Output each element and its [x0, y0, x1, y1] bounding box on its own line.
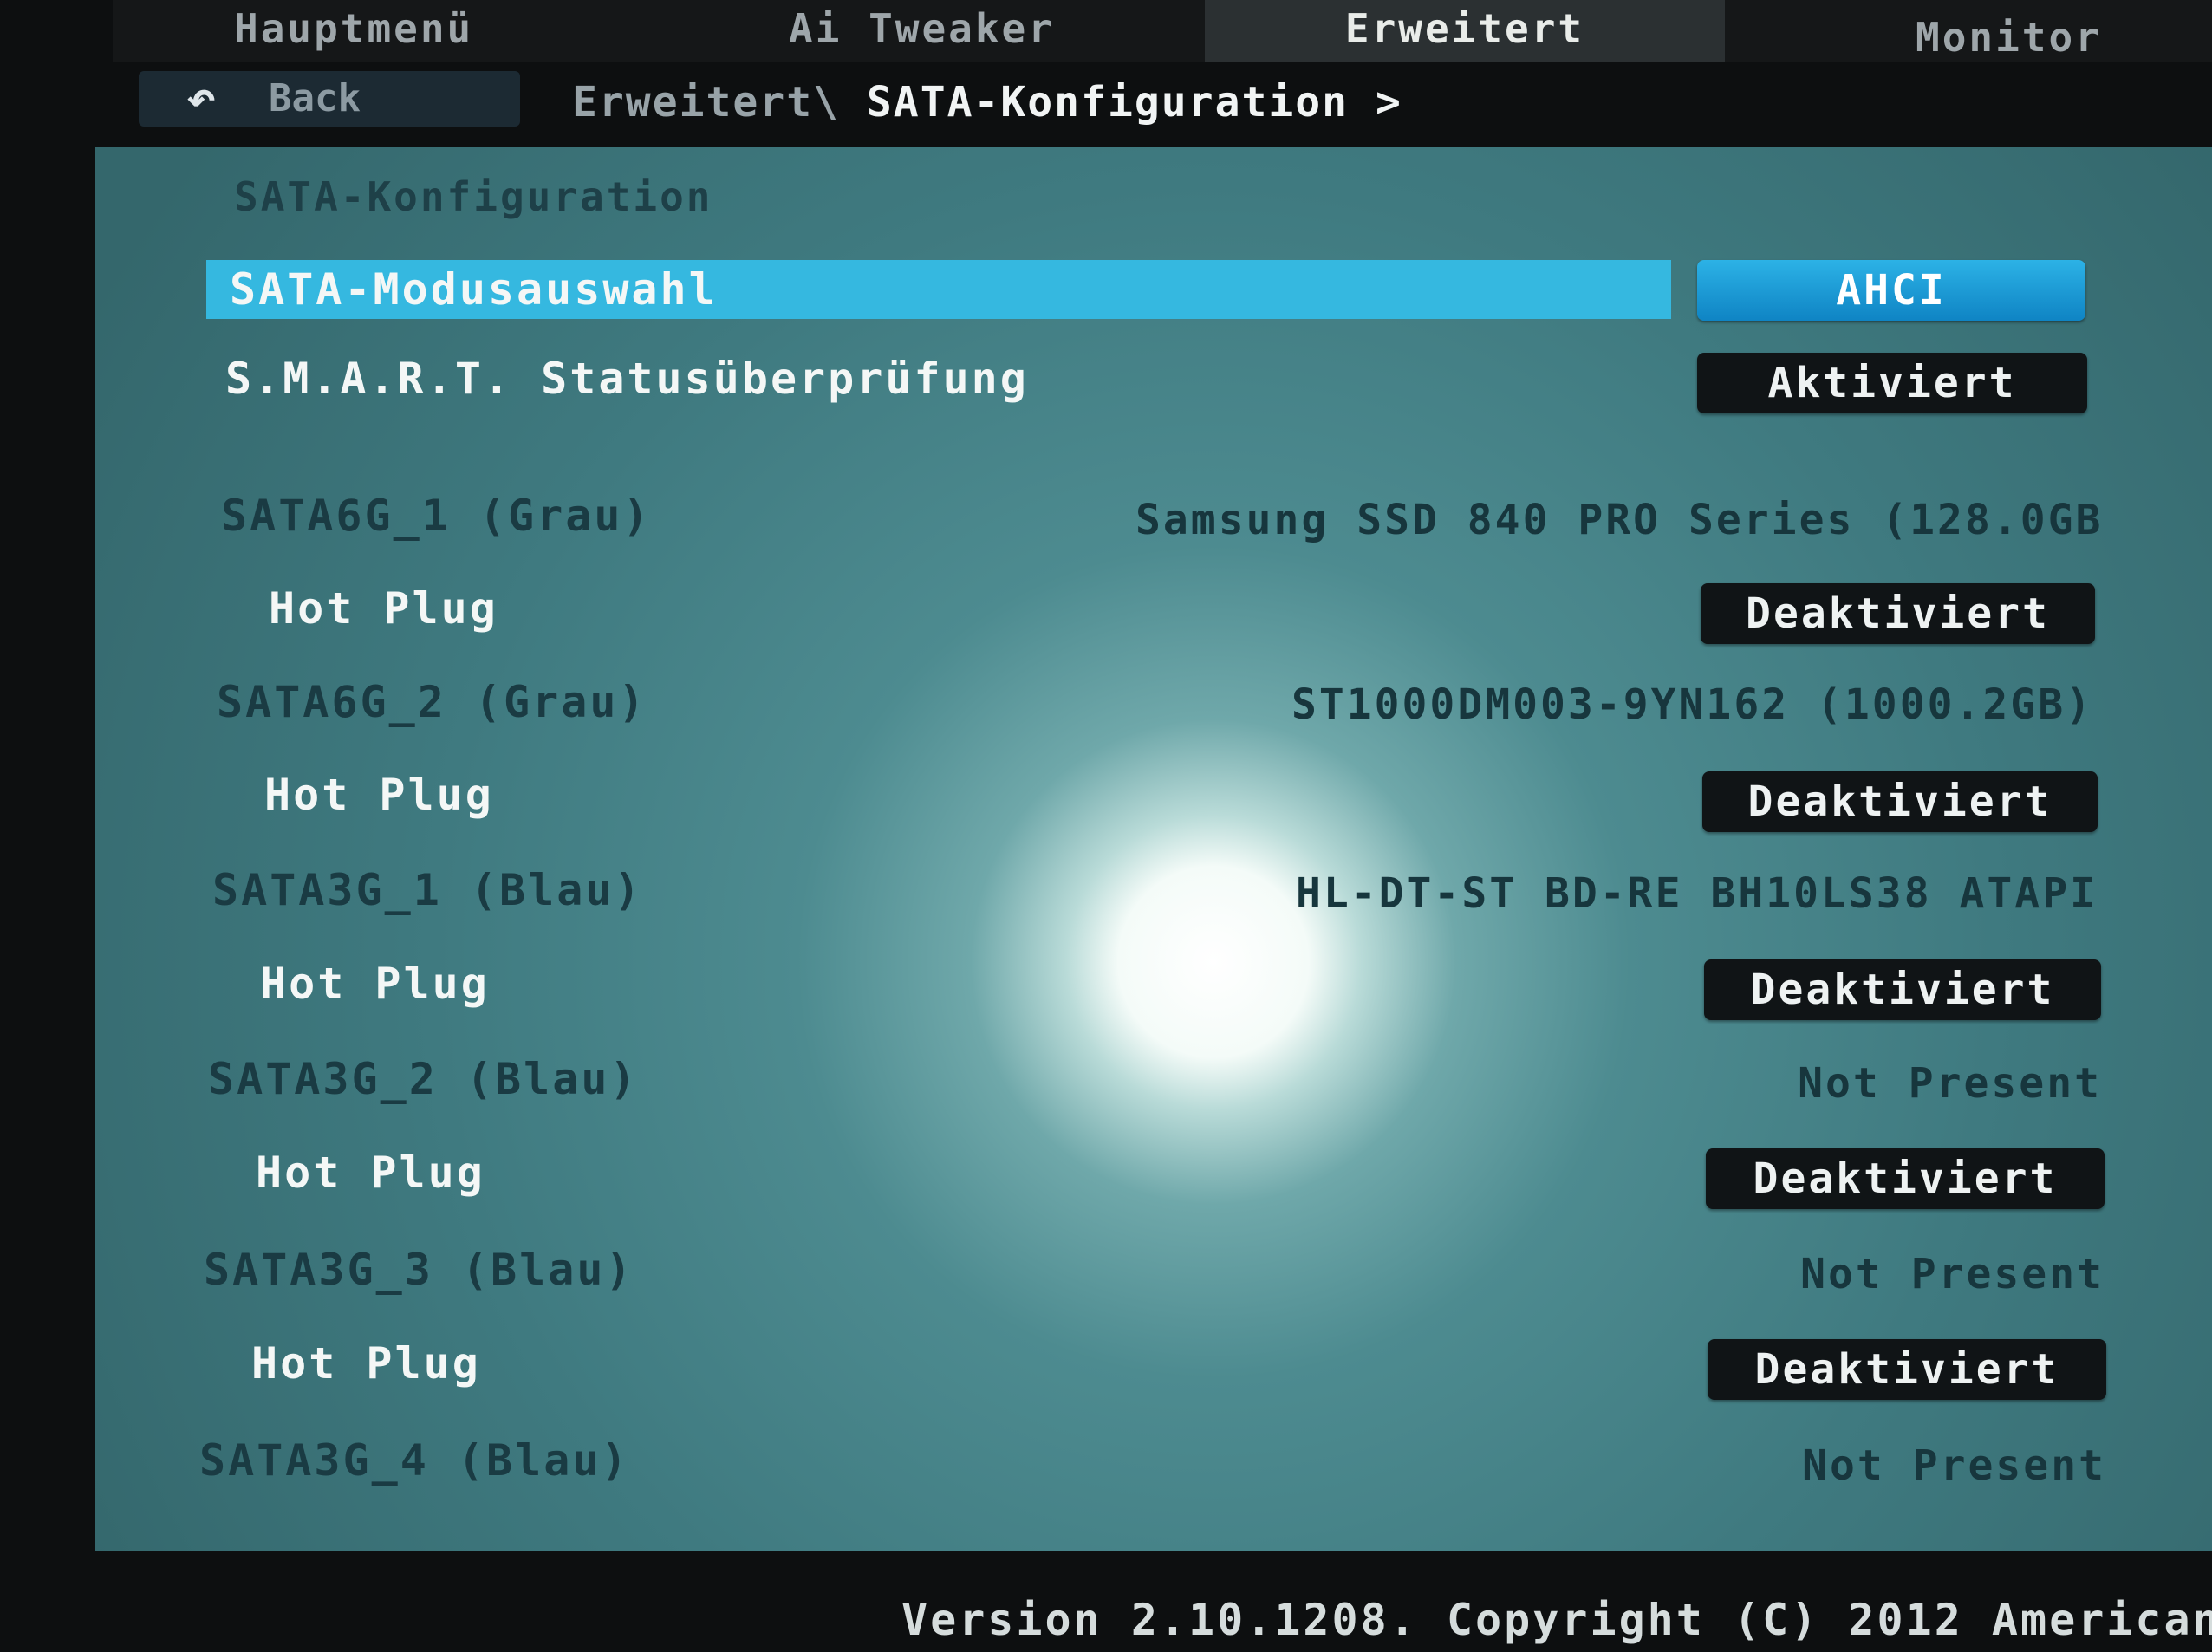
hotplug-label: Hot Plug [269, 583, 498, 634]
hotplug-button[interactable]: Deaktiviert [1702, 771, 2098, 832]
breadcrumb: Erweitert\ SATA-Konfiguration > [572, 76, 1402, 128]
smart-value-button[interactable]: Aktiviert [1697, 353, 2087, 413]
hotplug-button[interactable]: Deaktiviert [1706, 1148, 2105, 1209]
tab-monitor[interactable]: Monitor [1916, 0, 2202, 71]
port-label: SATA3G_2 (Blau) [208, 1054, 639, 1104]
settings-panel: SATA-Konfiguration SATA-Modusauswahl AHC… [95, 147, 2212, 1551]
smart-label: S.M.A.R.T. Statusüberprüfung [225, 354, 1029, 404]
port-label: SATA3G_3 (Blau) [204, 1245, 634, 1295]
breadcrumb-parent[interactable]: Erweitert\ [572, 78, 840, 127]
tab-hauptmenu[interactable]: Hauptmenü [234, 0, 581, 62]
hotplug-label: Hot Plug [256, 1148, 485, 1198]
version-footer: Version 2.10.1208. Copyright (C) 2012 Am… [901, 1595, 2212, 1645]
tab-ai-tweaker[interactable]: Ai Tweaker [789, 0, 1135, 62]
back-button[interactable]: ↶ Back [139, 71, 520, 127]
port-label: SATA3G_4 (Blau) [199, 1435, 630, 1486]
port-label: SATA6G_1 (Grau) [221, 491, 652, 541]
port-device: Not Present [1800, 1250, 2105, 1298]
section-title: SATA-Konfiguration [234, 173, 713, 220]
port-device: Not Present [1802, 1441, 2106, 1490]
tab-bar: Hauptmenü Ai Tweaker Erweitert Monitor [113, 0, 2212, 62]
port-device: ST1000DM003-9YN162 (1000.2GB) [1291, 680, 2093, 729]
port-device: Not Present [1798, 1059, 2102, 1108]
sata-mode-value-button[interactable]: AHCI [1697, 260, 2085, 321]
port-device: HL-DT-ST BD-RE BH10LS38 ATAPI [1295, 869, 2098, 918]
hotplug-label: Hot Plug [251, 1338, 481, 1389]
breadcrumb-current: SATA-Konfiguration > [866, 78, 1402, 127]
tab-erweitert[interactable]: Erweitert [1205, 0, 1725, 62]
port-label: SATA6G_2 (Grau) [217, 677, 647, 727]
back-arrow-icon: ↶ [186, 70, 216, 127]
hotplug-button[interactable]: Deaktiviert [1708, 1339, 2106, 1400]
back-label: Back [269, 76, 361, 120]
sata-mode-label[interactable]: SATA-Modusauswahl [230, 260, 718, 319]
port-label: SATA3G_1 (Blau) [212, 865, 643, 915]
hotplug-button[interactable]: Deaktiviert [1701, 583, 2095, 644]
hotplug-label: Hot Plug [260, 959, 490, 1009]
port-device: Samsung SSD 840 PRO Series (128.0GB [1135, 496, 2104, 544]
hotplug-label: Hot Plug [264, 770, 494, 820]
hotplug-button[interactable]: Deaktiviert [1704, 959, 2101, 1020]
